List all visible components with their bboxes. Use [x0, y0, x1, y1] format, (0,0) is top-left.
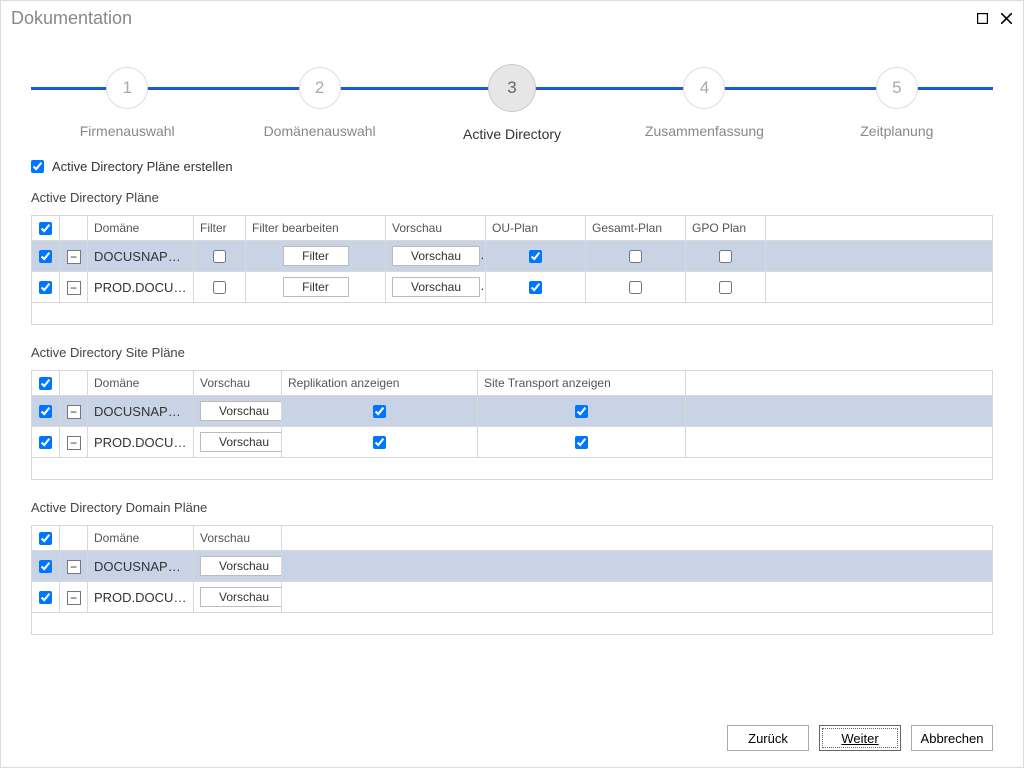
next-button[interactable]: Weiter: [819, 725, 901, 751]
row-checkbox[interactable]: [39, 560, 52, 573]
section-ad-plans-title: Active Directory Pläne: [31, 190, 993, 205]
t1-h-gpo: GPO Plan: [686, 216, 766, 241]
filter-button[interactable]: Filter: [283, 277, 349, 297]
collapse-icon[interactable]: −: [67, 281, 81, 295]
transport-checkbox[interactable]: [575, 436, 588, 449]
t1-h-total: Gesamt-Plan: [586, 216, 686, 241]
create-plans-label: Active Directory Pläne erstellen: [52, 159, 233, 174]
row-checkbox[interactable]: [39, 591, 52, 604]
step-2[interactable]: 2 Domänenauswahl: [223, 61, 415, 142]
row-checkbox[interactable]: [39, 250, 52, 263]
step-1[interactable]: 1 Firmenauswahl: [31, 61, 223, 142]
replication-checkbox[interactable]: [373, 405, 386, 418]
row-checkbox[interactable]: [39, 281, 52, 294]
close-icon[interactable]: [999, 11, 1013, 25]
t1-h-preview: Vorschau: [386, 216, 486, 241]
t1-h-filter-edit: Filter bearbeiten: [246, 216, 386, 241]
filter-checkbox[interactable]: [213, 250, 226, 263]
row-checkbox[interactable]: [39, 405, 52, 418]
collapse-icon[interactable]: −: [67, 560, 81, 574]
transport-checkbox[interactable]: [575, 405, 588, 418]
preview-button[interactable]: Vorschau: [200, 401, 282, 421]
collapse-icon[interactable]: −: [67, 405, 81, 419]
gpo-checkbox[interactable]: [719, 281, 732, 294]
domain-cell: PROD.DOCUS...: [88, 582, 194, 613]
table-row[interactable]: − DOCUSNAPSP... Vorschau: [32, 551, 993, 582]
filter-button[interactable]: Filter: [283, 246, 349, 266]
section-site-plans-title: Active Directory Site Pläne: [31, 345, 993, 360]
domain-cell: DOCUSNAPSP...: [88, 551, 194, 582]
domain-cell: PROD.DOCUS...: [88, 272, 194, 303]
ad-plans-table: Domäne Filter Filter bearbeiten Vorschau…: [31, 215, 993, 325]
t1-h-filter: Filter: [194, 216, 246, 241]
table-row[interactable]: − PROD.DOCUS... Vorschau: [32, 582, 993, 613]
domain-cell: DOCUSNAPSP...: [88, 241, 194, 272]
t1-select-all[interactable]: [39, 222, 52, 235]
domain-cell: PROD.DOCUS...: [88, 427, 194, 458]
step-5[interactable]: 5 Zeitplanung: [801, 61, 993, 142]
create-plans-checkbox[interactable]: [31, 160, 44, 173]
window-title: Dokumentation: [11, 8, 132, 29]
gpo-checkbox[interactable]: [719, 250, 732, 263]
preview-button[interactable]: Vorschau: [200, 587, 282, 607]
domain-plans-table: Domäne Vorschau − DOCUSNAPSP... Vorschau…: [31, 525, 993, 635]
t2-h-transport: Site Transport anzeigen: [478, 371, 686, 396]
site-plans-table: Domäne Vorschau Replikation anzeigen Sit…: [31, 370, 993, 480]
total-checkbox[interactable]: [629, 281, 642, 294]
collapse-icon[interactable]: −: [67, 250, 81, 264]
t1-h-domain: Domäne: [88, 216, 194, 241]
ou-checkbox[interactable]: [529, 250, 542, 263]
t2-h-replication: Replikation anzeigen: [282, 371, 478, 396]
total-checkbox[interactable]: [629, 250, 642, 263]
table-row[interactable]: − PROD.DOCUS... Vorschau: [32, 427, 993, 458]
collapse-icon[interactable]: −: [67, 436, 81, 450]
preview-button[interactable]: Vorschau: [392, 277, 480, 297]
filter-checkbox[interactable]: [213, 281, 226, 294]
t3-h-domain: Domäne: [88, 526, 194, 551]
step-4[interactable]: 4 Zusammenfassung: [608, 61, 800, 142]
cancel-button[interactable]: Abbrechen: [911, 725, 993, 751]
section-domain-plans-title: Active Directory Domain Pläne: [31, 500, 993, 515]
table-row[interactable]: − DOCUSNAPSP... Vorschau: [32, 396, 993, 427]
row-checkbox[interactable]: [39, 436, 52, 449]
t3-h-preview: Vorschau: [194, 526, 282, 551]
table-row[interactable]: − DOCUSNAPSP... Filter Vorschau: [32, 241, 993, 272]
preview-button[interactable]: Vorschau: [200, 432, 282, 452]
t1-h-ou: OU-Plan: [486, 216, 586, 241]
t2-select-all[interactable]: [39, 377, 52, 390]
domain-cell: DOCUSNAPSP...: [88, 396, 194, 427]
step-3[interactable]: 3 Active Directory: [416, 61, 608, 142]
ou-checkbox[interactable]: [529, 281, 542, 294]
collapse-icon[interactable]: −: [67, 591, 81, 605]
wizard-stepper: 1 Firmenauswahl 2 Domänenauswahl 3 Activ…: [31, 61, 993, 141]
t3-select-all[interactable]: [39, 532, 52, 545]
t2-h-domain: Domäne: [88, 371, 194, 396]
titlebar: Dokumentation: [1, 1, 1023, 35]
table-row[interactable]: − PROD.DOCUS... Filter Vorschau: [32, 272, 993, 303]
replication-checkbox[interactable]: [373, 436, 386, 449]
preview-button[interactable]: Vorschau: [392, 246, 480, 266]
back-button[interactable]: Zurück: [727, 725, 809, 751]
maximize-icon[interactable]: [975, 11, 989, 25]
preview-button[interactable]: Vorschau: [200, 556, 282, 576]
t2-h-preview: Vorschau: [194, 371, 282, 396]
